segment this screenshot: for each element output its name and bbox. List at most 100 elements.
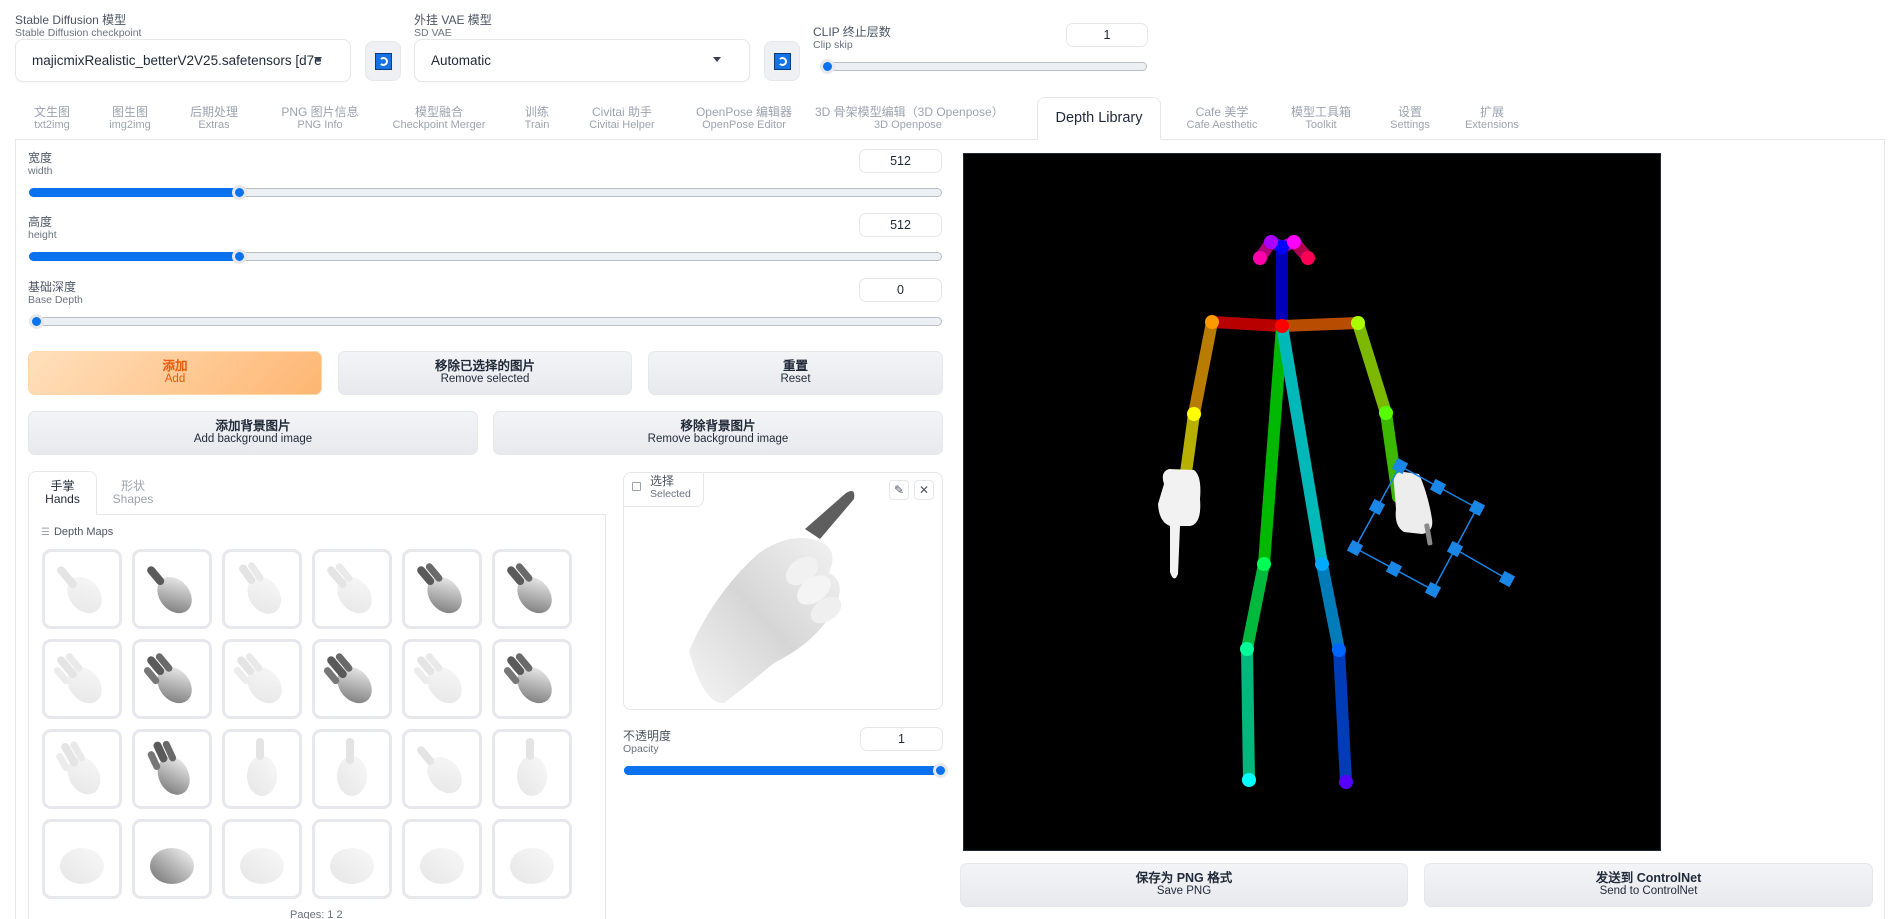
tab-txt2img[interactable]: 文生图 txt2img	[27, 106, 77, 132]
base-depth-slider[interactable]	[29, 314, 942, 329]
clip-skip-input[interactable]: 1	[1066, 23, 1148, 47]
send-controlnet-button[interactable]: 发送到 ControlNet Send to ControlNet	[1424, 863, 1873, 907]
tab-extensions[interactable]: 扩展 Extensions	[1455, 106, 1529, 132]
thumbnail-hand-peace-3[interactable]	[402, 549, 482, 629]
joint-lhip[interactable]	[1315, 557, 1329, 571]
checkpoint-select[interactable]: majicmixRealistic_betterV2V25.safetensor…	[15, 39, 351, 82]
thumbnail-hand-flat-1[interactable]	[42, 639, 122, 719]
add-button[interactable]: 添加 Add	[28, 351, 322, 395]
slider-thumb[interactable]	[231, 185, 247, 200]
opacity-input[interactable]: 1	[860, 727, 943, 751]
joint-lkn[interactable]	[1332, 643, 1346, 657]
height-input[interactable]: 512	[859, 213, 942, 237]
thumbnail-hand-point-2[interactable]	[132, 549, 212, 629]
height-slider[interactable]	[29, 249, 942, 264]
vae-select[interactable]: Automatic	[414, 39, 750, 82]
pose-canvas[interactable]	[963, 153, 1661, 851]
refresh-vae-button[interactable]	[764, 41, 800, 81]
tab-png-info[interactable]: PNG 图片信息 PNG Info	[270, 106, 370, 132]
remove-bg-label: 移除背景图片	[680, 419, 756, 433]
tab-checkpoint-merger[interactable]: 模型融合 Checkpoint Merger	[386, 106, 492, 132]
close-icon: ✕	[918, 483, 930, 497]
thumbnail-hand-peace-2[interactable]	[312, 549, 392, 629]
thumbnail-hand-fist-front[interactable]	[222, 819, 302, 899]
rotate-handle[interactable]	[1498, 570, 1516, 588]
thumbnail-hand-peace-1[interactable]	[222, 549, 302, 629]
tab-openpose-editor[interactable]: OpenPose 编辑器 OpenPose Editor	[685, 106, 803, 132]
thumbnail-hand-point-3[interactable]	[402, 729, 482, 809]
joint-rsh[interactable]	[1205, 315, 1219, 329]
hand-depth-right[interactable]	[1393, 472, 1433, 546]
joint-ran[interactable]	[1242, 773, 1256, 787]
joint-lan[interactable]	[1339, 775, 1353, 789]
resize-handle[interactable]	[1429, 478, 1447, 496]
joint-lear[interactable]	[1301, 251, 1315, 265]
opacity-slider[interactable]	[624, 763, 948, 778]
remove-background-button[interactable]: 移除背景图片 Remove background image	[493, 411, 943, 455]
base-depth-input[interactable]: 0	[859, 278, 942, 302]
pencil-icon: ✎	[893, 483, 905, 497]
tab-3d-openpose[interactable]: 3D 骨架模型编辑（3D Openpose） 3D Openpose	[815, 106, 1004, 132]
save-png-button[interactable]: 保存为 PNG 格式 Save PNG	[960, 863, 1408, 907]
joint-leyeA[interactable]	[1287, 235, 1301, 249]
thumbnail-hand-fist-back[interactable]	[492, 819, 572, 899]
thumbnail-hand-point-1[interactable]	[42, 549, 122, 629]
tab-settings[interactable]: 设置 Settings	[1375, 106, 1445, 132]
thumbnail-hand-three-2[interactable]	[222, 639, 302, 719]
joint-lelb[interactable]	[1379, 406, 1393, 420]
resize-handle[interactable]	[1368, 498, 1386, 516]
tab-cafe-aesthetic[interactable]: Cafe 美学 Cafe Aesthetic	[1183, 106, 1261, 132]
resize-handle[interactable]	[1468, 499, 1486, 517]
joint-rear[interactable]	[1253, 251, 1267, 265]
thumbnail-hand-fist-up[interactable]	[132, 819, 212, 899]
tab-shapes[interactable]: 形状 Shapes	[101, 480, 165, 506]
tab-extras[interactable]: 后期处理 Extras	[182, 106, 246, 132]
refresh-checkpoint-button[interactable]	[365, 41, 401, 81]
resize-handle[interactable]	[1424, 581, 1442, 599]
width-input[interactable]: 512	[859, 149, 942, 173]
thumbnail-hand-curl-2[interactable]	[312, 729, 392, 809]
thumbnail-hand-open-2[interactable]	[132, 729, 212, 809]
joint-rhip[interactable]	[1257, 557, 1271, 571]
tab-hands[interactable]: 手掌 Hands	[28, 471, 97, 515]
thumbnail-hand-fist-side-2[interactable]	[402, 819, 482, 899]
thumbnail-hand-four-2[interactable]	[492, 639, 572, 719]
width-slider[interactable]	[29, 185, 942, 200]
tab-train[interactable]: 训练 Train	[518, 106, 556, 132]
joint-lsh[interactable]	[1351, 316, 1365, 330]
thumbnail-hand-four-1[interactable]	[402, 639, 482, 719]
slider-thumb[interactable]	[820, 59, 835, 74]
thumbnail-hand-fist-top[interactable]	[492, 729, 572, 809]
pagination[interactable]: Pages: 1 2	[290, 909, 343, 919]
clip-skip-slider[interactable]	[820, 59, 1147, 74]
slider-thumb[interactable]	[231, 249, 247, 264]
joint-neck[interactable]	[1275, 319, 1289, 333]
joint-reyeA[interactable]	[1264, 235, 1278, 249]
close-button[interactable]: ✕	[914, 480, 934, 500]
joint-rkn[interactable]	[1240, 642, 1254, 656]
resize-handle[interactable]	[1446, 540, 1464, 558]
joint-relb[interactable]	[1187, 407, 1201, 421]
tab-img2img[interactable]: 图生图 img2img	[105, 106, 155, 132]
thumbnail-hand-side[interactable]	[42, 819, 122, 899]
thumbnail-hand-open-1[interactable]	[42, 729, 122, 809]
thumbnail-hand-three-1[interactable]	[132, 639, 212, 719]
reset-button[interactable]: 重置 Reset	[648, 351, 943, 395]
hand-icon	[56, 741, 101, 795]
hand-depth-left[interactable]	[1158, 469, 1201, 579]
tab-civitai-helper[interactable]: Civitai 助手 Civitai Helper	[582, 106, 662, 132]
thumbnail-hand-three-3[interactable]	[312, 639, 392, 719]
thumbnail-hand-peace-4[interactable]	[492, 549, 572, 629]
thumbnail-hand-curl-1[interactable]	[222, 729, 302, 809]
slider-thumb[interactable]	[29, 314, 44, 329]
resize-handle[interactable]	[1346, 539, 1364, 557]
slider-thumb[interactable]	[933, 763, 948, 778]
add-background-button[interactable]: 添加背景图片 Add background image	[28, 411, 478, 455]
tab-depth-library[interactable]: Depth Library	[1037, 97, 1161, 140]
edit-button[interactable]: ✎	[889, 480, 909, 500]
remove-selected-button[interactable]: 移除已选择的图片 Remove selected	[338, 351, 632, 395]
resize-handle[interactable]	[1385, 560, 1403, 578]
pose-skeleton[interactable]	[964, 154, 1662, 852]
tab-toolkit[interactable]: 模型工具箱 Toolkit	[1283, 106, 1359, 132]
thumbnail-hand-fist-side-1[interactable]	[312, 819, 392, 899]
